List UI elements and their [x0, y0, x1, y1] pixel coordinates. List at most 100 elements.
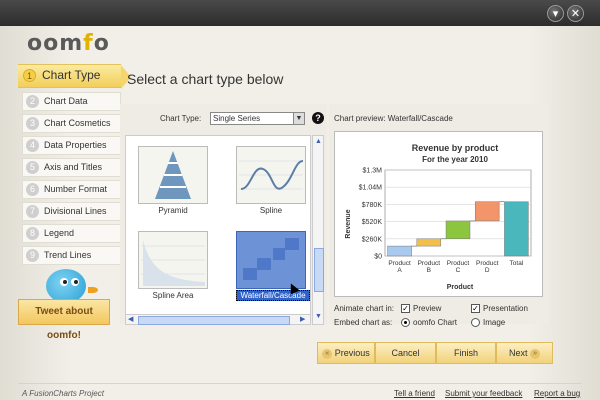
sidebar-item-label: Data Properties: [44, 140, 107, 150]
thumbnail-label: Spline: [259, 206, 283, 215]
page-title: Select a chart type below: [127, 71, 284, 87]
waterfall-bar: [445, 220, 471, 240]
thumbnail-label: Pyramid: [158, 206, 188, 215]
thumbnail-label: Waterfall/Cascade: [236, 290, 310, 301]
step-number: 7: [26, 205, 39, 218]
thumbnail-pyramid[interactable]: [138, 146, 208, 204]
x-axis-label: Product: [447, 284, 474, 291]
oomfo-chart-radio-label: oomfo Chart: [413, 318, 458, 327]
close-button[interactable]: ✕: [567, 5, 584, 22]
sidebar-item-chart-cosmetics[interactable]: 3 Chart Cosmetics: [22, 114, 121, 133]
scroll-right-icon[interactable]: ▶: [300, 315, 305, 323]
x-tick-label: Product: [418, 260, 441, 267]
waterfall-bar: [387, 245, 412, 257]
y-axis-label: Revenue: [345, 209, 352, 238]
y-tick-label: $520K: [362, 219, 383, 226]
cancel-button[interactable]: Cancel: [375, 342, 436, 364]
title-bar: ▾ ✕: [0, 0, 600, 26]
twitter-bird-icon: [46, 269, 98, 303]
oomfo-logo: oomfo: [27, 31, 110, 56]
gallery-vertical-scrollbar[interactable]: ▲ ▼: [312, 135, 324, 325]
sidebar-item-label: Number Format: [44, 184, 108, 194]
x-tick-label: Total: [510, 260, 524, 267]
x-tick-label: A: [397, 267, 402, 274]
chevron-down-icon: ▼: [293, 113, 304, 124]
thumbnail-label: Spline Area: [152, 291, 194, 300]
x-tick-label: Product: [388, 260, 411, 267]
minimize-button[interactable]: ▾: [547, 5, 564, 22]
scroll-left-icon[interactable]: ◀: [128, 315, 133, 323]
wizard-nav-bar: « Previous Cancel Finish Next »: [317, 342, 553, 364]
animate-label: Animate chart in:: [334, 304, 395, 313]
scrollbar-thumb[interactable]: [314, 248, 324, 292]
y-tick-label: $0: [374, 254, 382, 261]
sidebar-item-data-properties[interactable]: 4 Data Properties: [22, 136, 121, 155]
step-number: 9: [26, 249, 39, 262]
next-button[interactable]: Next »: [496, 342, 553, 364]
chart-gallery: Pyramid Spline Spline Area Waterfall/Cas…: [125, 135, 311, 325]
y-tick-label: $260K: [362, 236, 383, 243]
x-tick-label: B: [427, 267, 431, 274]
chart-preview: Revenue by product For the year 2010 Rev…: [334, 131, 543, 297]
step-number: 8: [26, 227, 39, 240]
finish-button[interactable]: Finish: [436, 342, 496, 364]
step-number: 4: [26, 139, 39, 152]
sidebar-item-legend[interactable]: 8 Legend: [22, 224, 121, 243]
presentation-checkbox[interactable]: ✓: [471, 304, 480, 313]
help-icon[interactable]: ?: [312, 112, 324, 124]
sidebar-item-label: Axis and Titles: [44, 162, 103, 172]
gallery-horizontal-scrollbar[interactable]: ◀ ▶: [125, 314, 311, 325]
oomfo-chart-radio[interactable]: [401, 318, 410, 327]
scroll-up-icon[interactable]: ▲: [315, 138, 322, 145]
tell-a-friend-link[interactable]: Tell a friend: [394, 389, 435, 398]
step-number: 3: [26, 117, 39, 130]
submit-feedback-link[interactable]: Submit your feedback: [445, 389, 522, 398]
footer-credit: A FusionCharts Project: [22, 389, 104, 398]
x-tick-label: C: [456, 267, 461, 274]
x-tick-label: Product: [476, 260, 499, 267]
previous-button[interactable]: « Previous: [317, 342, 375, 364]
tweet-button[interactable]: Tweet about oomfo!: [18, 299, 110, 341]
spline-chart-icon: [239, 160, 304, 190]
sidebar-item-label: Divisional Lines: [44, 206, 107, 216]
pyramid-chart-icon: [155, 151, 191, 199]
sidebar-item-chart-type[interactable]: 1 Chart Type: [18, 64, 131, 89]
waterfall-bar: [474, 201, 500, 222]
sidebar-item-number-format[interactable]: 6 Number Format: [22, 180, 121, 199]
scrollbar-thumb[interactable]: [138, 316, 290, 325]
sidebar-item-label: Trend Lines: [44, 250, 92, 260]
sidebar-item-label: Chart Cosmetics: [44, 118, 111, 128]
spline-area-chart-icon: [141, 240, 205, 286]
image-radio[interactable]: [471, 318, 480, 327]
waterfall-bar: [416, 238, 442, 247]
scroll-down-icon[interactable]: ▼: [315, 313, 322, 320]
next-arrow-icon: »: [530, 348, 541, 359]
sidebar-item-label: Chart Data: [44, 96, 88, 106]
preview-label: Chart preview: Waterfall/Cascade: [334, 114, 453, 123]
thumbnail-waterfall[interactable]: [236, 231, 306, 289]
thumbnail-spline[interactable]: [236, 146, 306, 204]
chart-type-label: Chart Type:: [160, 114, 202, 123]
sidebar-item-label: Legend: [44, 228, 75, 238]
step-number: 6: [26, 183, 39, 196]
prev-arrow-icon: «: [322, 348, 333, 359]
report-bug-link[interactable]: Report a bug: [534, 389, 580, 398]
thumbnail-spline-area[interactable]: [138, 231, 208, 289]
step-number: 2: [26, 95, 39, 108]
step-number: 1: [23, 69, 36, 82]
sidebar-item-trend-lines[interactable]: 9 Trend Lines: [22, 246, 121, 265]
waterfall-chart-icon: [243, 238, 299, 280]
sidebar-item-axis-and-titles[interactable]: 5 Axis and Titles: [22, 158, 121, 177]
footer-divider: [18, 383, 582, 384]
chart-title: Revenue by product: [412, 143, 499, 153]
x-tick-label: Product: [447, 260, 470, 267]
sidebar-item-divisional-lines[interactable]: 7 Divisional Lines: [22, 202, 121, 221]
chart-type-select[interactable]: Single Series ▼: [210, 112, 305, 125]
waterfall-bar: [504, 201, 529, 257]
tweet-widget[interactable]: Tweet about oomfo!: [18, 267, 110, 341]
preview-checkbox[interactable]: ✓: [401, 304, 410, 313]
step-number: 5: [26, 161, 39, 174]
y-tick-label: $780K: [362, 202, 383, 209]
presentation-checkbox-label: Presentation: [483, 304, 528, 313]
sidebar-item-chart-data[interactable]: 2 Chart Data: [22, 92, 121, 111]
